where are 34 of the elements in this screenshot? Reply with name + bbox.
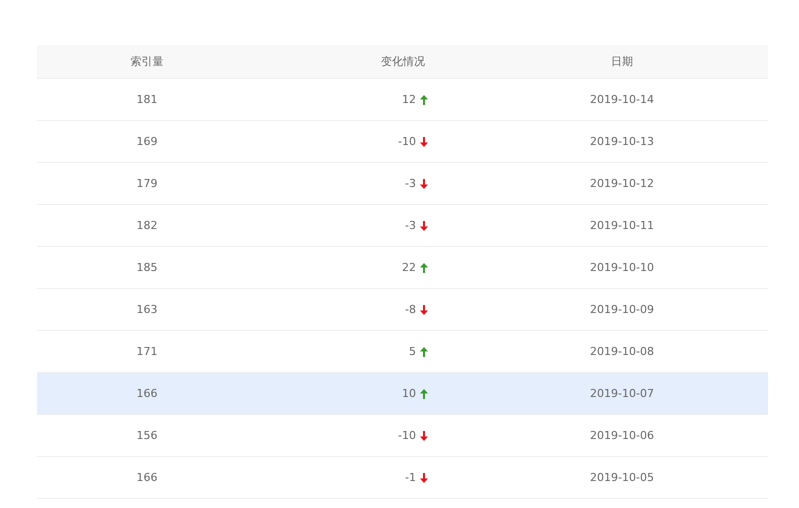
column-header: 索引量	[130, 54, 164, 69]
table-cell: -10	[398, 135, 416, 148]
table-cell-text: 163	[136, 303, 158, 316]
table-cell-text: 181	[136, 93, 158, 106]
table-cell: -10	[398, 429, 416, 442]
table-cell: 12	[402, 93, 416, 106]
table-cell: -3	[405, 177, 416, 190]
table-cell: 5	[409, 345, 416, 358]
table-cell-text: 2019-10-12	[589, 177, 655, 190]
table-cell: -3	[405, 219, 416, 232]
table-cell-text: 2019-10-08	[589, 345, 655, 358]
table-cell-text: 166	[136, 387, 158, 400]
table-cell-text: 185	[136, 261, 158, 274]
table-cell: -8	[405, 303, 416, 316]
table-cell: 22	[402, 261, 416, 274]
table-cell-text: 156	[136, 429, 158, 442]
table-cell-text: 171	[136, 345, 158, 358]
table-cell: 10	[402, 387, 416, 400]
table-cell-text: 2019-10-11	[589, 219, 655, 232]
table-cell-text: 2019-10-14	[589, 93, 655, 106]
table-cell-text: 179	[136, 177, 158, 190]
table-cell-text: 2019-10-09	[589, 303, 655, 316]
table-cell-text: 2019-10-10	[589, 261, 655, 274]
table-cell-text: 2019-10-06	[589, 429, 655, 442]
table-cell-text: 182	[136, 219, 158, 232]
column-header: 日期	[610, 54, 634, 69]
table-cell-text: 169	[136, 135, 158, 148]
table-cell-text: 2019-10-07	[589, 387, 655, 400]
column-header: 变化情况	[380, 54, 426, 69]
table-cell-text: 2019-10-05	[589, 471, 655, 484]
table-cell-text: 166	[136, 471, 158, 484]
table-row[interactable]: 166 10 2019-10-07	[37, 373, 768, 415]
table-cell-text: 2019-10-13	[589, 135, 655, 148]
table-cell: -1	[405, 471, 416, 484]
